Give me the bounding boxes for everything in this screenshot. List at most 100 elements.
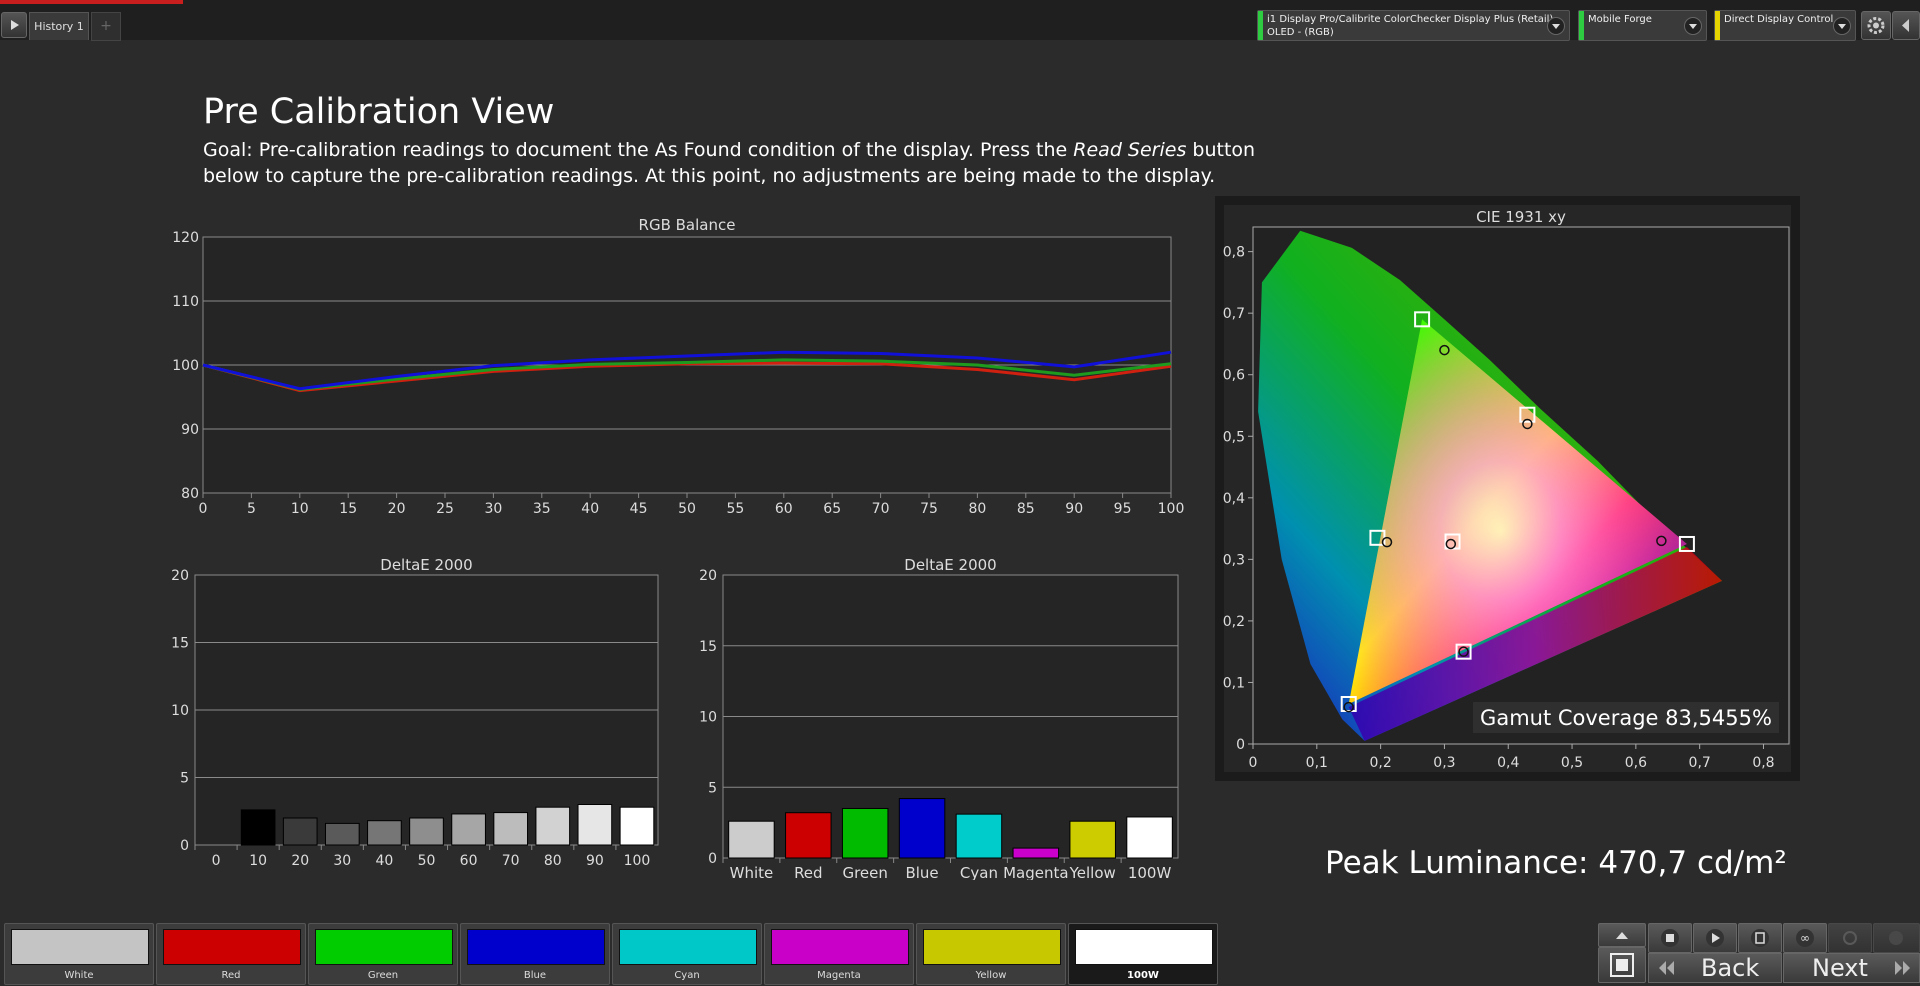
x-tick-label: 0,7 bbox=[1689, 755, 1711, 771]
y-tick-label: 80 bbox=[181, 486, 199, 502]
options-button[interactable] bbox=[1873, 923, 1920, 953]
double-chevron-left-icon bbox=[1659, 961, 1674, 975]
square-icon bbox=[1661, 929, 1679, 947]
x-tick-label: Red bbox=[794, 864, 823, 880]
color-deltae-bar bbox=[1069, 820, 1116, 859]
grayscale-deltae-bar bbox=[619, 806, 655, 846]
back-button[interactable]: Back bbox=[1648, 953, 1782, 983]
chevron-down-icon[interactable] bbox=[1833, 17, 1851, 35]
x-tick-label: 50 bbox=[418, 853, 436, 869]
x-tick-label: 50 bbox=[678, 501, 696, 517]
y-tick-label: 0 bbox=[708, 851, 717, 867]
x-tick-label: 80 bbox=[544, 853, 562, 869]
swatch-red[interactable]: Red bbox=[156, 923, 306, 985]
peak-luminance: Peak Luminance: 470,7 cd/m² bbox=[1325, 845, 1787, 881]
swatch-label: White bbox=[64, 970, 94, 981]
up-button[interactable] bbox=[1598, 923, 1646, 947]
rgb-balance-chart: RGB Balance 80 90 100 110 120 0 5 10 15 20 25 30 35 40… bbox=[172, 216, 1185, 517]
y-tick-label: 0 bbox=[180, 838, 189, 854]
swatch-color bbox=[467, 929, 605, 965]
x-tick-label: 0 bbox=[1249, 755, 1258, 771]
swatch-100w[interactable]: 100W bbox=[1068, 923, 1218, 985]
swatch-cyan[interactable]: Cyan bbox=[612, 923, 762, 985]
x-tick-label: 20 bbox=[291, 853, 309, 869]
swatch-yellow[interactable]: Yellow bbox=[916, 923, 1066, 985]
display-control-status-stripe bbox=[1715, 11, 1720, 40]
read-series-button[interactable] bbox=[1738, 923, 1782, 953]
y-tick-label: 5 bbox=[708, 780, 717, 796]
swatch-color bbox=[771, 929, 909, 965]
goal-description: Goal: Pre-calibration readings to docume… bbox=[203, 137, 1263, 189]
y-tick-label: 90 bbox=[181, 422, 199, 438]
x-tick-label: 40 bbox=[581, 501, 599, 517]
measure-button[interactable] bbox=[1693, 923, 1737, 953]
color-deltae-bar bbox=[955, 813, 1003, 859]
display-control-selector[interactable]: Direct Display Control bbox=[1714, 10, 1856, 41]
goal-text-start: Goal: Pre-calibration readings to docume… bbox=[203, 139, 1074, 161]
refresh-icon bbox=[1843, 931, 1857, 945]
deltae-grayscale-chart: DeltaE 2000 0 5 10 15 20 0 10 20 30 40 50 60 70 80 90 10… bbox=[171, 556, 659, 869]
y-tick-label: 5 bbox=[180, 771, 189, 787]
svg-text:∞: ∞ bbox=[1800, 931, 1810, 945]
x-tick-label: 60 bbox=[775, 501, 793, 517]
settings-button[interactable] bbox=[1861, 11, 1891, 40]
swatch-blue[interactable]: Blue bbox=[460, 923, 610, 985]
x-tick-label: 100W bbox=[1128, 864, 1172, 880]
x-tick-label: 90 bbox=[1065, 501, 1083, 517]
y-tick-label: 0,8 bbox=[1223, 245, 1245, 261]
swatch-label: Red bbox=[221, 970, 241, 981]
generator-name: Mobile Forge bbox=[1588, 14, 1652, 25]
y-tick-label: 100 bbox=[172, 358, 199, 374]
x-tick-label: 35 bbox=[533, 501, 551, 517]
series-icon bbox=[1751, 929, 1769, 947]
color-deltae-bar bbox=[785, 812, 832, 859]
x-tick-label: 100 bbox=[624, 853, 651, 869]
grayscale-deltae-bar bbox=[282, 817, 318, 846]
meter-selector[interactable]: i1 Display Pro/Calibrite ColorChecker Di… bbox=[1257, 10, 1570, 41]
pattern-generator-selector[interactable]: Mobile Forge bbox=[1578, 10, 1707, 41]
grayscale-deltae-bar bbox=[577, 804, 613, 846]
swatch-color bbox=[1075, 929, 1213, 965]
add-tab-button[interactable]: + bbox=[91, 12, 121, 41]
chart-title: DeltaE 2000 bbox=[904, 556, 996, 574]
chevron-down-icon[interactable] bbox=[1547, 17, 1565, 35]
y-tick-label: 10 bbox=[171, 703, 189, 719]
grayscale-deltae-bar bbox=[451, 813, 486, 846]
x-tick-label: 90 bbox=[586, 853, 604, 869]
chevron-down-icon[interactable] bbox=[1684, 17, 1702, 35]
y-tick-label: 0,7 bbox=[1223, 306, 1245, 322]
x-tick-label: 100 bbox=[1158, 501, 1185, 517]
stop-icon bbox=[1610, 953, 1634, 977]
x-tick-label: 0,8 bbox=[1752, 755, 1774, 771]
circle-icon bbox=[1889, 931, 1903, 945]
play-icon[interactable] bbox=[1, 12, 27, 38]
y-tick-label: 0,2 bbox=[1223, 614, 1245, 630]
x-tick-label: 80 bbox=[968, 501, 986, 517]
grayscale-deltae-bar bbox=[240, 809, 276, 846]
x-tick-label: 95 bbox=[1114, 501, 1132, 517]
stop-button[interactable] bbox=[1598, 947, 1646, 983]
y-tick-label: 20 bbox=[699, 568, 717, 584]
swatch-white[interactable]: White bbox=[4, 923, 154, 985]
swatch-color bbox=[923, 929, 1061, 965]
meter-mode: OLED - (RGB) bbox=[1267, 27, 1334, 38]
refresh-button[interactable] bbox=[1828, 923, 1872, 953]
y-tick-label: 10 bbox=[699, 710, 717, 726]
next-label: Next bbox=[1812, 954, 1868, 982]
grayscale-deltae-bar bbox=[493, 812, 529, 846]
swatch-color bbox=[11, 929, 149, 965]
back-label: Back bbox=[1701, 954, 1760, 982]
x-tick-label: 0,2 bbox=[1369, 755, 1391, 771]
swatch-label: 100W bbox=[1127, 970, 1159, 981]
collapse-button[interactable] bbox=[1892, 11, 1920, 40]
swatch-green[interactable]: Green bbox=[308, 923, 458, 985]
tab-history-1[interactable]: History 1 bbox=[29, 12, 89, 40]
x-tick-label: 0,4 bbox=[1497, 755, 1519, 771]
continuous-button[interactable]: ∞ bbox=[1783, 923, 1827, 953]
x-tick-label: Cyan bbox=[960, 864, 998, 880]
x-tick-label: 10 bbox=[249, 853, 267, 869]
stop-measure-button[interactable] bbox=[1648, 923, 1692, 953]
color-deltae-bar bbox=[728, 820, 775, 859]
swatch-magenta[interactable]: Magenta bbox=[764, 923, 914, 985]
next-button[interactable]: Next bbox=[1783, 953, 1920, 983]
